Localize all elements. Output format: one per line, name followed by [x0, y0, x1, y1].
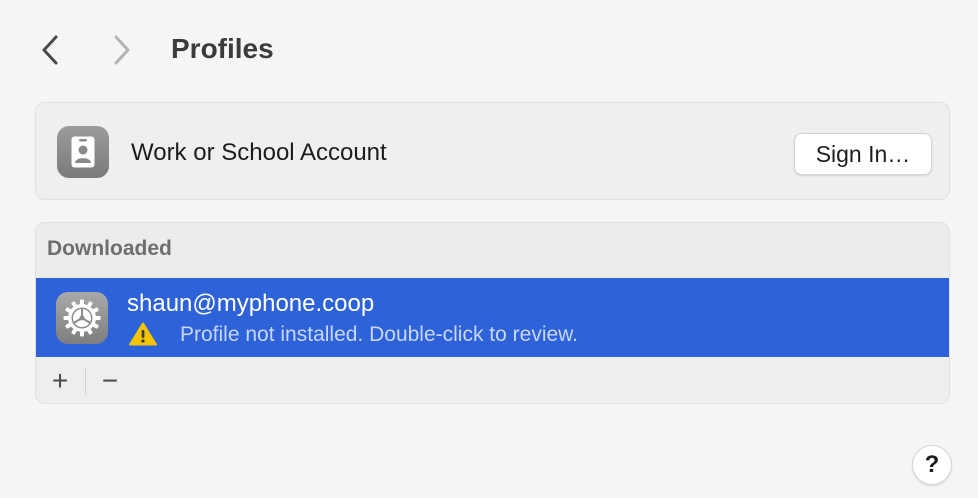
account-label: Work or School Account	[131, 139, 387, 166]
gear-icon	[56, 292, 108, 344]
forward-button[interactable]	[104, 30, 140, 70]
id-badge-icon	[57, 126, 109, 178]
page-title: Profiles	[171, 33, 274, 64]
profile-name: shaun@myphone.coop	[127, 290, 375, 317]
profile-row[interactable]: shaun@myphone.coop Profile not installed…	[36, 278, 949, 357]
downloaded-profiles-list: Downloaded shaun@myphone.coop Profile no…	[35, 222, 950, 404]
work-school-account-card: Work or School Account Sign In…	[35, 102, 950, 200]
chevron-left-icon	[42, 35, 58, 65]
remove-profile-button[interactable]: −	[86, 357, 134, 403]
warning-icon	[129, 322, 157, 346]
chevron-right-icon	[114, 35, 130, 65]
list-header: Downloaded	[47, 237, 172, 260]
sign-in-button[interactable]: Sign In…	[794, 133, 932, 175]
profile-status: Profile not installed. Double-click to r…	[180, 323, 579, 346]
back-button[interactable]	[32, 30, 68, 70]
toolbar: Profiles	[0, 0, 978, 100]
list-footer: + −	[36, 357, 949, 403]
add-profile-button[interactable]: +	[36, 357, 84, 403]
help-button[interactable]: ?	[912, 445, 952, 485]
